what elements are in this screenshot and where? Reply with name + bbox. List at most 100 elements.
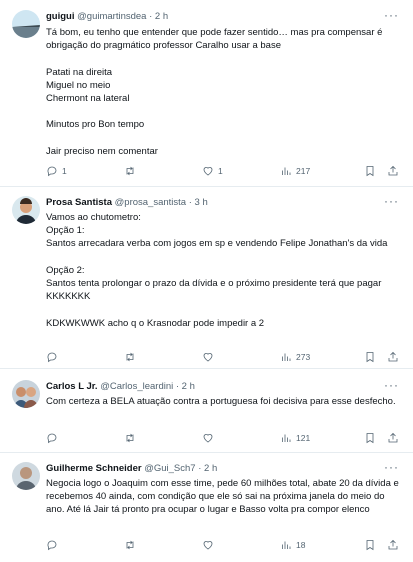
views-button[interactable]: 18 bbox=[280, 539, 358, 551]
tweet-line: Santos tenta prolongar o prazo da dívida… bbox=[46, 278, 384, 303]
author-name[interactable]: Carlos L Jr. bbox=[46, 381, 98, 392]
views-icon bbox=[282, 434, 291, 442]
tweet-header: Guilherme Schneider @Gui_Sch7 · 2 h bbox=[46, 463, 217, 474]
more-icon[interactable]: ··· bbox=[384, 461, 399, 473]
retweet-button[interactable] bbox=[124, 165, 202, 177]
views-icon bbox=[282, 353, 291, 361]
bookmark-icon bbox=[366, 352, 374, 363]
views-count: 121 bbox=[296, 433, 311, 443]
timestamp[interactable]: · 2 h bbox=[176, 381, 195, 392]
timestamp[interactable]: · 3 h bbox=[189, 197, 208, 208]
author-handle[interactable]: @prosa_santista bbox=[115, 197, 186, 208]
tweet-1[interactable]: guigui @guimartinsdea · 2 h ··· Tá bom, … bbox=[0, 0, 413, 187]
author-name[interactable]: guigui bbox=[46, 11, 75, 22]
author-name[interactable]: Prosa Santista bbox=[46, 197, 112, 208]
bookmark-icon bbox=[366, 166, 374, 177]
tweet-text: Tá bom, eu tenho que entender que pode f… bbox=[46, 26, 399, 158]
bookmark-icon bbox=[366, 433, 374, 444]
tweet-line: Opção 2: bbox=[46, 264, 85, 276]
more-icon[interactable]: ··· bbox=[384, 379, 399, 391]
retweet-icon bbox=[126, 540, 134, 550]
author-handle[interactable]: @Carlos_leardini bbox=[100, 381, 173, 392]
tweet-text: Vamos ao chutometro: Opção 1: Santos arr… bbox=[46, 211, 399, 330]
share-button[interactable] bbox=[387, 539, 399, 551]
like-button[interactable] bbox=[202, 539, 280, 551]
tweet-2[interactable]: Prosa Santista @prosa_santista · 3 h ···… bbox=[0, 187, 413, 369]
heart-icon bbox=[203, 541, 213, 550]
reply-icon bbox=[47, 540, 57, 551]
avatar[interactable] bbox=[12, 380, 40, 408]
tweet-line bbox=[46, 251, 399, 264]
reply-icon bbox=[47, 433, 57, 444]
reply-button[interactable] bbox=[46, 539, 124, 551]
tweet-line: Patati na direita bbox=[46, 66, 113, 78]
tweet-line: Jair preciso nem comentar bbox=[46, 145, 158, 157]
avatar[interactable] bbox=[12, 196, 40, 224]
heart-icon bbox=[203, 353, 213, 362]
avatar[interactable] bbox=[12, 462, 40, 490]
tweet-line bbox=[46, 132, 399, 145]
views-icon bbox=[282, 541, 291, 549]
tweet-line: Santos arrecadara verba com jogos em sp … bbox=[46, 238, 388, 250]
tweet-line bbox=[46, 303, 399, 316]
views-count: 18 bbox=[296, 540, 306, 550]
timestamp[interactable]: · 2 h bbox=[198, 463, 217, 474]
like-button[interactable] bbox=[202, 351, 280, 363]
bookmark-button[interactable] bbox=[364, 165, 376, 177]
author-name[interactable]: Guilherme Schneider bbox=[46, 463, 142, 474]
share-icon bbox=[388, 351, 398, 362]
views-count: 217 bbox=[296, 166, 311, 176]
reply-button[interactable] bbox=[46, 432, 124, 444]
more-icon[interactable]: ··· bbox=[384, 9, 399, 21]
views-button[interactable]: 217 bbox=[280, 165, 358, 177]
more-icon[interactable]: ··· bbox=[384, 195, 399, 207]
bookmark-button[interactable] bbox=[364, 539, 376, 551]
share-button[interactable] bbox=[387, 165, 399, 177]
retweet-button[interactable] bbox=[124, 539, 202, 551]
views-button[interactable]: 121 bbox=[280, 432, 358, 444]
tweet-line: Negocia logo o Joaquim com esse time, pe… bbox=[46, 478, 402, 516]
bookmark-icon bbox=[366, 540, 374, 551]
tweet-header: Prosa Santista @prosa_santista · 3 h bbox=[46, 197, 208, 208]
author-handle[interactable]: @Gui_Sch7 bbox=[144, 463, 195, 474]
avatar[interactable] bbox=[12, 10, 40, 38]
like-button[interactable]: 1 bbox=[202, 165, 280, 177]
tweet-line bbox=[46, 105, 399, 118]
tweet-4[interactable]: Guilherme Schneider @Gui_Sch7 · 2 h ··· … bbox=[0, 453, 413, 562]
tweet-line: Com certeza a BELA atuação contra a port… bbox=[46, 396, 396, 407]
like-button[interactable] bbox=[202, 432, 280, 444]
tweet-actions: 273 bbox=[46, 350, 399, 364]
author-handle[interactable]: @guimartinsdea bbox=[77, 11, 146, 22]
tweet-line bbox=[46, 52, 399, 65]
tweet-line: Miguel no meio bbox=[46, 79, 111, 91]
tweet-actions: 121 bbox=[46, 431, 399, 445]
heart-icon bbox=[203, 434, 213, 443]
share-icon bbox=[388, 165, 398, 176]
retweet-icon bbox=[126, 352, 134, 362]
reply-button[interactable]: 1 bbox=[46, 165, 124, 177]
tweet-actions: 18 bbox=[46, 538, 399, 552]
views-button[interactable]: 273 bbox=[280, 351, 358, 363]
tweet-actions: 1 1 217 bbox=[46, 164, 399, 178]
reply-icon bbox=[47, 166, 57, 177]
like-count: 1 bbox=[218, 166, 223, 176]
reply-icon bbox=[47, 352, 57, 363]
views-count: 273 bbox=[296, 352, 311, 362]
bookmark-button[interactable] bbox=[364, 432, 376, 444]
reply-button[interactable] bbox=[46, 351, 124, 363]
retweet-icon bbox=[126, 433, 134, 443]
bookmark-button[interactable] bbox=[364, 351, 376, 363]
tweet-header: Carlos L Jr. @Carlos_leardini · 2 h bbox=[46, 381, 195, 392]
heart-icon bbox=[203, 167, 213, 176]
tweet-text: Com certeza a BELA atuação contra a port… bbox=[46, 395, 399, 408]
share-button[interactable] bbox=[387, 351, 399, 363]
timestamp[interactable]: · 2 h bbox=[149, 11, 168, 22]
tweet-line: Minutos pro Bon tempo bbox=[46, 119, 145, 131]
retweet-button[interactable] bbox=[124, 351, 202, 363]
retweet-button[interactable] bbox=[124, 432, 202, 444]
reply-count: 1 bbox=[62, 166, 67, 176]
tweet-3[interactable]: Carlos L Jr. @Carlos_leardini · 2 h ··· … bbox=[0, 369, 413, 453]
share-button[interactable] bbox=[387, 432, 399, 444]
retweet-icon bbox=[126, 166, 134, 176]
tweet-header: guigui @guimartinsdea · 2 h bbox=[46, 11, 168, 22]
